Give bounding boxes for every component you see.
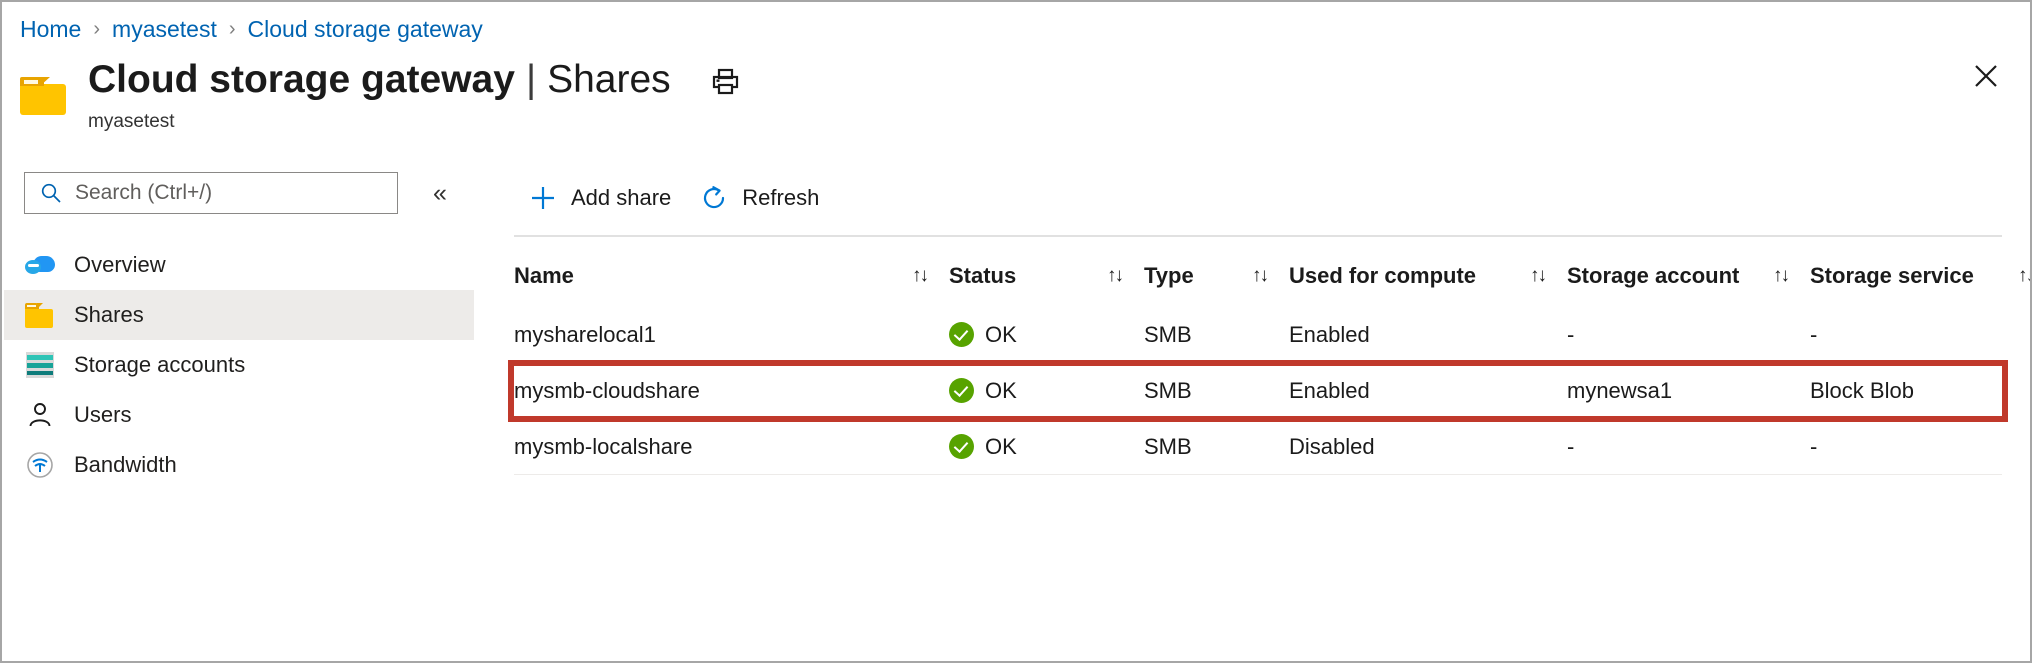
status-ok-icon — [949, 322, 974, 347]
cell-name[interactable]: mysharelocal1 — [514, 322, 949, 348]
breadcrumb-item-myasetest[interactable]: myasetest — [112, 16, 217, 43]
sort-icon[interactable]: ↑↓ — [1530, 265, 1547, 287]
sidebar-item-label: Shares — [74, 302, 144, 327]
search-icon — [40, 182, 62, 204]
page-title-resource: Cloud storage gateway — [88, 58, 515, 101]
breadcrumb-item-home[interactable]: Home — [20, 16, 81, 43]
cell-name[interactable]: mysmb-localshare — [514, 434, 949, 460]
sidebar: « Overview Shares Storage accounts — [4, 172, 474, 659]
table-row[interactable]: mysharelocal1 OK SMB Enabled - - ••• — [514, 307, 2002, 363]
status-ok-icon — [949, 378, 974, 403]
cell-status: OK — [949, 378, 1144, 404]
add-share-button[interactable]: Add share — [514, 176, 685, 220]
search-input[interactable] — [25, 173, 397, 213]
table-row[interactable]: mysmb-localshare OK SMB Disabled - - ••• — [514, 419, 2002, 475]
breadcrumb: Home › myasetest › Cloud storage gateway — [20, 14, 483, 44]
plus-icon — [528, 183, 558, 213]
cloud-icon — [24, 250, 56, 280]
refresh-label: Refresh — [742, 185, 820, 210]
sort-icon[interactable]: ↑↓ — [1252, 265, 1269, 287]
sort-icon[interactable]: ↑↓ — [1107, 265, 1124, 287]
toolbar-divider — [514, 235, 2002, 237]
column-header-storage-service[interactable]: Storage service ↑↓ — [1810, 263, 2030, 289]
column-header-type[interactable]: Type ↑↓ — [1144, 263, 1289, 289]
sidebar-item-label: Overview — [74, 252, 166, 277]
cell-name[interactable]: mysmb-cloudshare — [514, 378, 949, 404]
breadcrumb-separator-icon: › — [93, 17, 101, 40]
cell-used-for-compute: Disabled — [1289, 433, 1375, 459]
status-ok-icon — [949, 434, 974, 459]
status-badge: OK — [985, 433, 1017, 459]
column-header-name[interactable]: Name ↑↓ — [514, 263, 949, 289]
command-toolbar: Add share Refresh — [502, 172, 2028, 224]
cell-storage-service: - — [1810, 433, 1818, 459]
print-icon[interactable] — [708, 63, 742, 97]
cell-storage-account: - — [1567, 433, 1575, 459]
content-area: Add share Refresh Name ↑↓ Status ↑↓ Type… — [502, 172, 2030, 659]
cell-status: OK — [949, 322, 1144, 348]
sidebar-item-label: Users — [74, 402, 132, 427]
column-header-label: Status — [949, 263, 1017, 288]
column-header-storage-account[interactable]: Storage account ↑↓ — [1567, 263, 1810, 289]
breadcrumb-separator-icon: › — [228, 17, 236, 40]
add-share-label: Add share — [571, 185, 672, 210]
page-title-separator: | — [525, 58, 537, 101]
storage-account-icon — [24, 350, 56, 380]
sidebar-item-label: Bandwidth — [74, 452, 177, 477]
page-title: Cloud storage gateway | Shares — [88, 57, 742, 103]
column-header-label: Used for compute — [1289, 263, 1477, 288]
breadcrumb-item-cloud-storage-gateway[interactable]: Cloud storage gateway — [248, 16, 483, 43]
page-title-section: Shares — [547, 58, 671, 101]
table-header-row: Name ↑↓ Status ↑↓ Type ↑↓ Used for compu… — [514, 239, 2030, 307]
cell-used-for-compute: Enabled — [1289, 377, 1370, 403]
shares-table: Name ↑↓ Status ↑↓ Type ↑↓ Used for compu… — [514, 239, 2030, 475]
azure-portal-blade: Home › myasetest › Cloud storage gateway… — [0, 0, 2032, 663]
sidebar-search-row: « — [4, 172, 474, 214]
sort-icon[interactable]: ↑↓ — [912, 265, 929, 287]
page-header: Cloud storage gateway | Shares myasetest — [20, 57, 742, 133]
close-icon[interactable] — [1964, 54, 2008, 98]
bandwidth-icon — [24, 450, 56, 480]
column-header-label: Storage service — [1810, 263, 1974, 288]
sort-icon[interactable]: ↑↓ — [2018, 265, 2030, 287]
sidebar-item-label: Storage accounts — [74, 352, 246, 377]
folder-icon — [24, 300, 56, 330]
cell-used-for-compute: Enabled — [1289, 321, 1370, 347]
sidebar-nav-list: Overview Shares Storage accounts Users B… — [4, 240, 474, 490]
column-header-label: Type — [1144, 263, 1194, 288]
cell-storage-service: Block Blob — [1810, 377, 1914, 403]
status-badge: OK — [985, 321, 1017, 347]
sidebar-item-users[interactable]: Users — [4, 390, 474, 440]
cell-type: SMB — [1144, 433, 1192, 459]
cell-status: OK — [949, 434, 1144, 460]
folder-icon — [20, 73, 68, 115]
column-header-status[interactable]: Status ↑↓ — [949, 263, 1144, 289]
status-badge: OK — [985, 377, 1017, 403]
person-icon — [24, 400, 56, 430]
cell-storage-account: mynewsa1 — [1567, 377, 1673, 403]
sidebar-item-shares[interactable]: Shares — [4, 290, 474, 340]
column-header-label: Storage account — [1567, 263, 1740, 288]
sidebar-item-bandwidth[interactable]: Bandwidth — [4, 440, 474, 490]
cell-type: SMB — [1144, 377, 1192, 403]
sidebar-item-storage-accounts[interactable]: Storage accounts — [4, 340, 474, 390]
sidebar-item-overview[interactable]: Overview — [4, 240, 474, 290]
page-header-texts: Cloud storage gateway | Shares myasetest — [88, 57, 742, 133]
cell-storage-service: - — [1810, 321, 1818, 347]
cell-type: SMB — [1144, 321, 1192, 347]
chevron-double-left-icon[interactable]: « — [423, 176, 457, 210]
sort-icon[interactable]: ↑↓ — [1773, 265, 1790, 287]
search-box[interactable] — [24, 172, 398, 214]
refresh-button[interactable]: Refresh — [685, 176, 833, 220]
refresh-icon — [699, 183, 729, 213]
cell-storage-account: - — [1567, 321, 1575, 347]
page-subtitle: myasetest — [88, 111, 175, 132]
table-row[interactable]: mysmb-cloudshare OK SMB Enabled mynewsa1… — [514, 363, 2002, 419]
column-header-label: Name — [514, 263, 574, 288]
column-header-used-for-compute[interactable]: Used for compute ↑↓ — [1289, 263, 1567, 289]
